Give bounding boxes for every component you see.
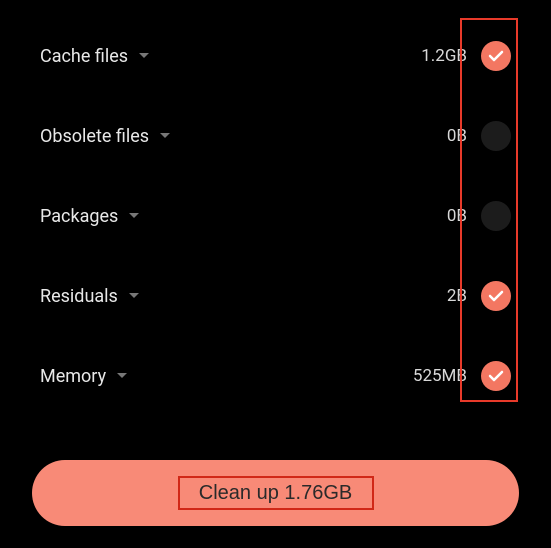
list-item[interactable]: Memory 525MB	[0, 336, 551, 416]
clean-up-button[interactable]: Clean up 1.76GB	[32, 460, 519, 526]
chevron-down-icon	[116, 372, 128, 380]
item-label: Memory	[40, 366, 106, 387]
button-wrap: Clean up 1.76GB	[32, 460, 519, 526]
chevron-down-icon	[159, 132, 171, 140]
item-size: 525MB	[387, 366, 467, 386]
item-size: 0B	[387, 206, 467, 226]
item-size: 1.2GB	[387, 46, 467, 66]
chevron-down-icon	[138, 52, 150, 60]
list-item[interactable]: Cache files 1.2GB	[0, 16, 551, 96]
item-label: Obsolete files	[40, 126, 149, 147]
item-label: Cache files	[40, 46, 128, 67]
clean-up-button-label: Clean up 1.76GB	[199, 482, 352, 505]
cleanup-list: Cache files 1.2GB Obsolete files 0B Pack…	[0, 0, 551, 416]
checkbox-residuals[interactable]	[481, 281, 511, 311]
item-size: 2B	[387, 286, 467, 306]
item-label-wrap: Memory	[40, 366, 387, 387]
checkbox-memory[interactable]	[481, 361, 511, 391]
item-label: Residuals	[40, 286, 118, 307]
item-label: Packages	[40, 206, 118, 227]
chevron-down-icon	[128, 212, 140, 220]
item-label-wrap: Obsolete files	[40, 126, 387, 147]
checkbox-cache-files[interactable]	[481, 41, 511, 71]
item-label-wrap: Cache files	[40, 46, 387, 67]
list-item[interactable]: Packages 0B	[0, 176, 551, 256]
list-item[interactable]: Obsolete files 0B	[0, 96, 551, 176]
checkbox-obsolete-files[interactable]	[481, 121, 511, 151]
item-label-wrap: Packages	[40, 206, 387, 227]
list-item[interactable]: Residuals 2B	[0, 256, 551, 336]
checkbox-packages[interactable]	[481, 201, 511, 231]
item-size: 0B	[387, 126, 467, 146]
item-label-wrap: Residuals	[40, 286, 387, 307]
chevron-down-icon	[128, 292, 140, 300]
